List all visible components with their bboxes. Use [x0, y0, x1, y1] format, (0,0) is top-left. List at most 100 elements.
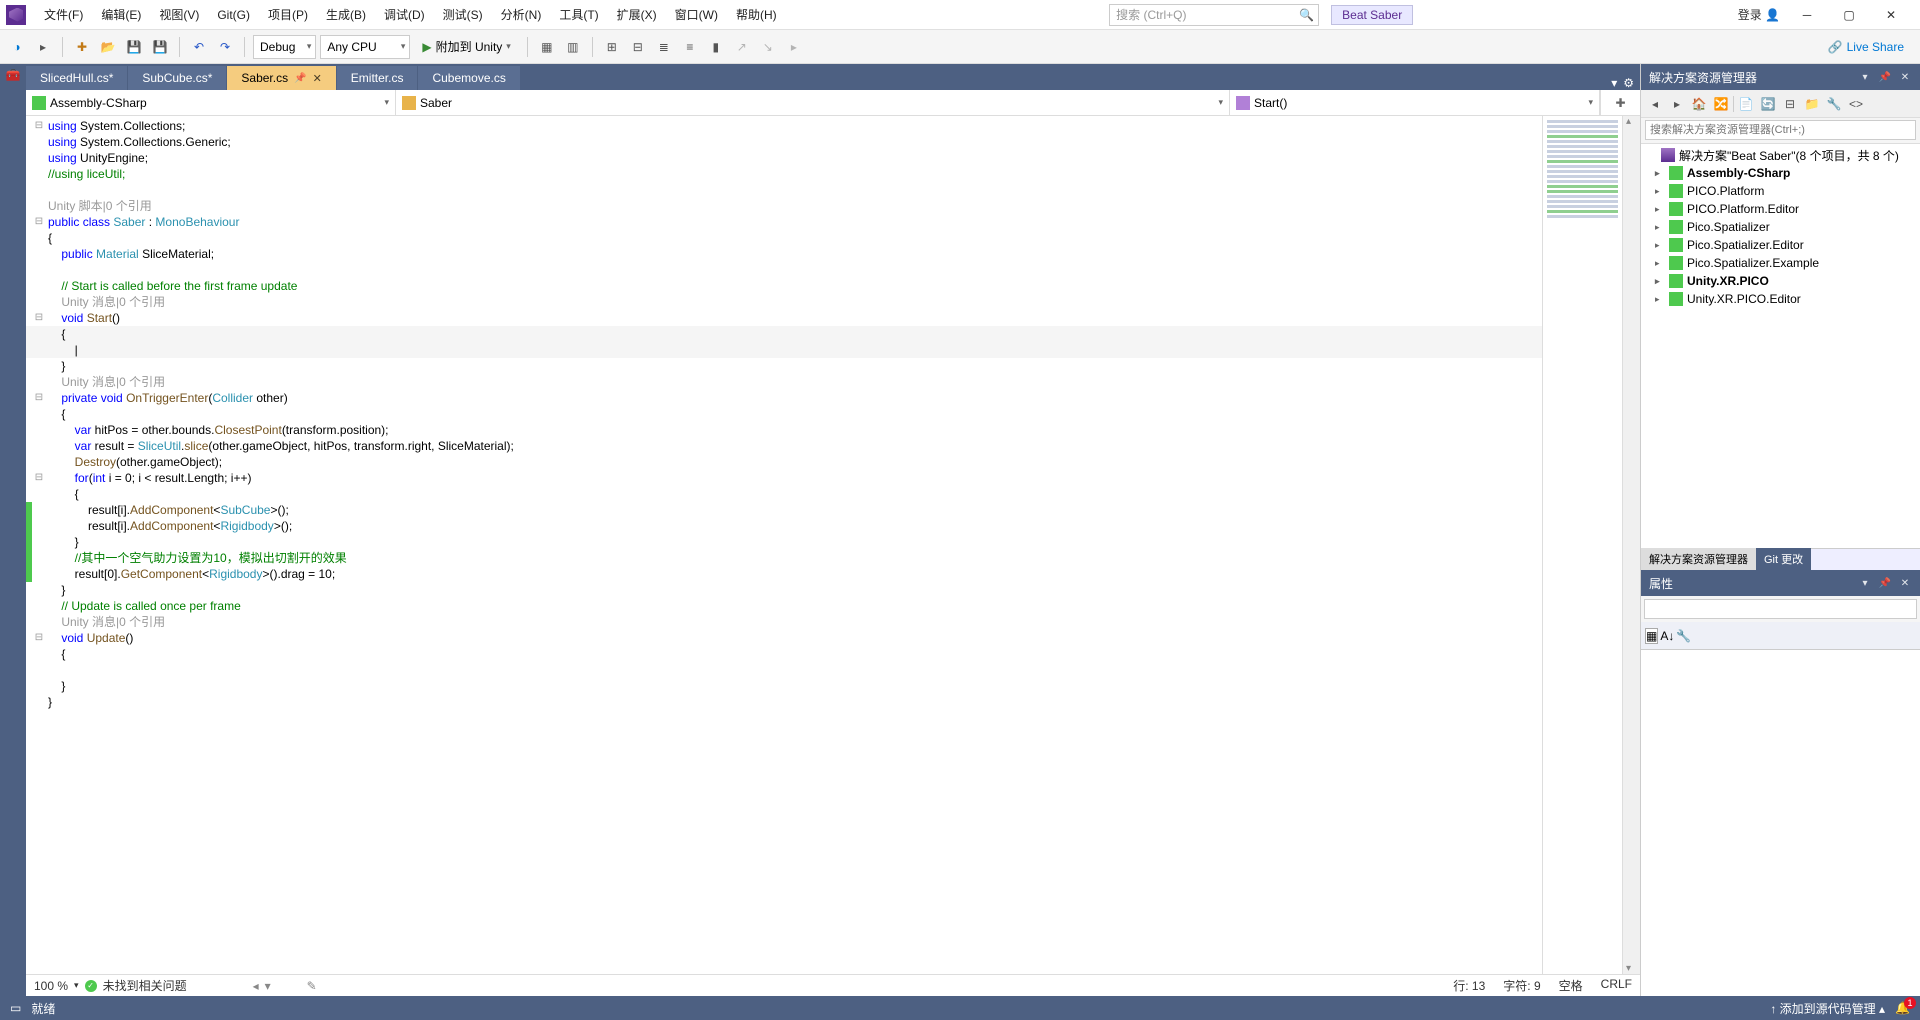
code-line[interactable]: {: [26, 486, 1542, 502]
split-editor-button[interactable]: ✚: [1600, 90, 1640, 115]
code-line[interactable]: Unity 消息|0 个引用: [26, 614, 1542, 630]
solution-root[interactable]: 解决方案"Beat Saber"(8 个项目，共 8 个): [1641, 146, 1920, 164]
forward-button[interactable]: ▸: [32, 36, 54, 58]
code-line[interactable]: ⊟using System.Collections;: [26, 118, 1542, 134]
tb-icon-9[interactable]: ↘: [757, 36, 779, 58]
menu-file[interactable]: 文件(F): [36, 2, 91, 27]
code-line[interactable]: }: [26, 534, 1542, 550]
code-line[interactable]: //其中一个空气助力设置为10，模拟出切割开的效果: [26, 550, 1542, 566]
code-line[interactable]: var hitPos = other.bounds.ClosestPoint(t…: [26, 422, 1542, 438]
notifications-button[interactable]: 🔔1: [1895, 1001, 1910, 1015]
prop-wrench-icon[interactable]: 🔧: [1676, 629, 1691, 643]
scm-button[interactable]: ↑ 添加到源代码管理 ▴: [1770, 1000, 1885, 1017]
eol-indicator[interactable]: CRLF: [1601, 977, 1632, 994]
window-close-button[interactable]: ✕: [1876, 5, 1906, 25]
redo-button[interactable]: ↷: [214, 36, 236, 58]
tab-subcube[interactable]: SubCube.cs*: [128, 66, 226, 90]
code-line[interactable]: }: [26, 358, 1542, 374]
tab-emitter[interactable]: Emitter.cs: [337, 66, 418, 90]
se-showall-icon[interactable]: 📁: [1802, 94, 1822, 114]
code-line[interactable]: Unity 消息|0 个引用: [26, 294, 1542, 310]
save-button[interactable]: 💾: [123, 36, 145, 58]
pin-icon[interactable]: 📌: [294, 73, 306, 84]
tb-icon-4[interactable]: ⊟: [627, 36, 649, 58]
code-line[interactable]: ⊟public class Saber : MonoBehaviour: [26, 214, 1542, 230]
tb-icon-3[interactable]: ⊞: [601, 36, 623, 58]
tab-overflow-icon[interactable]: ▾: [1611, 76, 1617, 90]
se-sync-icon[interactable]: 📄: [1736, 94, 1756, 114]
col-indicator[interactable]: 字符: 9: [1503, 977, 1540, 994]
quick-search-input[interactable]: 搜索 (Ctrl+Q) 🔍: [1109, 4, 1319, 26]
code-line[interactable]: Unity 消息|0 个引用: [26, 374, 1542, 390]
menu-build[interactable]: 生成(B): [318, 2, 374, 27]
project-node[interactable]: ▸Unity.XR.PICO.Editor: [1641, 290, 1920, 308]
code-line[interactable]: public Material SliceMaterial;: [26, 246, 1542, 262]
toolbox-tab-icon[interactable]: 🧰: [6, 68, 21, 82]
undo-button[interactable]: ↶: [188, 36, 210, 58]
menu-tools[interactable]: 工具(T): [551, 2, 606, 27]
code-editor[interactable]: ⊟using System.Collections;using System.C…: [26, 116, 1542, 974]
tab-cubemove[interactable]: Cubemove.cs: [418, 66, 519, 90]
tab-saber[interactable]: Saber.cs 📌 ✕: [227, 66, 335, 90]
se-properties-icon[interactable]: 🔧: [1824, 94, 1844, 114]
config-dropdown[interactable]: Debug: [253, 35, 316, 59]
se-refresh-icon[interactable]: 🔄: [1758, 94, 1778, 114]
run-attach-button[interactable]: ▶ 附加到 Unity ▾: [414, 35, 518, 59]
tab-slicedhull[interactable]: SlicedHull.cs*: [26, 66, 127, 90]
prop-alpha-button[interactable]: A↓: [1660, 629, 1674, 643]
platform-dropdown[interactable]: Any CPU: [320, 35, 410, 59]
menu-git[interactable]: Git(G): [209, 4, 258, 26]
code-line[interactable]: ⊟ for(int i = 0; i < result.Length; i++): [26, 470, 1542, 486]
se-switch-icon[interactable]: 🔀: [1711, 94, 1731, 114]
menu-extensions[interactable]: 扩展(X): [609, 2, 665, 27]
se-preview-icon[interactable]: <>: [1846, 94, 1866, 114]
pane-close-icon[interactable]: ✕: [1898, 72, 1912, 83]
window-minimize-button[interactable]: ─: [1792, 5, 1822, 25]
tb-icon-6[interactable]: ≡: [679, 36, 701, 58]
code-line[interactable]: result[i].AddComponent<Rigidbody>();: [26, 518, 1542, 534]
menu-view[interactable]: 视图(V): [151, 2, 207, 27]
nav-member-dropdown[interactable]: Start(): [1230, 90, 1600, 115]
menu-test[interactable]: 测试(S): [435, 2, 491, 27]
code-line[interactable]: using UnityEngine;: [26, 150, 1542, 166]
login-button[interactable]: 登录 👤: [1738, 6, 1780, 23]
code-line[interactable]: ⊟ void Start(): [26, 310, 1542, 326]
new-item-button[interactable]: ✚: [71, 36, 93, 58]
minimap[interactable]: [1542, 116, 1622, 974]
tb-icon-10[interactable]: ▸: [783, 36, 805, 58]
code-line[interactable]: result[0].GetComponent<Rigidbody>().drag…: [26, 566, 1542, 582]
nav-next-icon[interactable]: ▾: [265, 979, 271, 993]
back-button[interactable]: ◑: [6, 36, 28, 58]
solution-name-button[interactable]: Beat Saber: [1331, 5, 1413, 25]
tb-icon-5[interactable]: ≣: [653, 36, 675, 58]
line-indicator[interactable]: 行: 13: [1453, 977, 1485, 994]
menu-help[interactable]: 帮助(H): [728, 2, 785, 27]
prop-dropdown-icon[interactable]: ▾: [1858, 578, 1872, 589]
solution-search-input[interactable]: [1645, 120, 1916, 140]
project-node[interactable]: ▸Assembly-CSharp: [1641, 164, 1920, 182]
code-line[interactable]: [26, 182, 1542, 198]
code-line[interactable]: {: [26, 406, 1542, 422]
prop-categorized-button[interactable]: ▦: [1645, 628, 1658, 644]
tab-solution-explorer[interactable]: 解决方案资源管理器: [1641, 548, 1756, 570]
properties-object-dropdown[interactable]: [1644, 599, 1917, 619]
tab-settings-icon[interactable]: ⚙: [1623, 76, 1634, 90]
menu-debug[interactable]: 调试(D): [376, 2, 433, 27]
se-back-icon[interactable]: ◂: [1645, 94, 1665, 114]
code-line[interactable]: Unity 脚本|0 个引用: [26, 198, 1542, 214]
nav-class-dropdown[interactable]: Saber: [396, 90, 1230, 115]
code-line[interactable]: // Update is called once per frame: [26, 598, 1542, 614]
project-node[interactable]: ▸Pico.Spatializer: [1641, 218, 1920, 236]
project-node[interactable]: ▸Unity.XR.PICO: [1641, 272, 1920, 290]
code-line[interactable]: Destroy(other.gameObject);: [26, 454, 1542, 470]
nav-project-dropdown[interactable]: Assembly-CSharp: [26, 90, 396, 115]
code-line[interactable]: [26, 262, 1542, 278]
pane-pin-icon[interactable]: 📌: [1878, 72, 1892, 83]
code-line[interactable]: ⊟ private void OnTriggerEnter(Collider o…: [26, 390, 1542, 406]
se-fwd-icon[interactable]: ▸: [1667, 94, 1687, 114]
solution-tree[interactable]: 解决方案"Beat Saber"(8 个项目，共 8 个)▸Assembly-C…: [1641, 144, 1920, 548]
code-line[interactable]: [26, 662, 1542, 678]
code-line[interactable]: }: [26, 678, 1542, 694]
zoom-level[interactable]: 100 %: [34, 979, 68, 993]
project-node[interactable]: ▸PICO.Platform: [1641, 182, 1920, 200]
